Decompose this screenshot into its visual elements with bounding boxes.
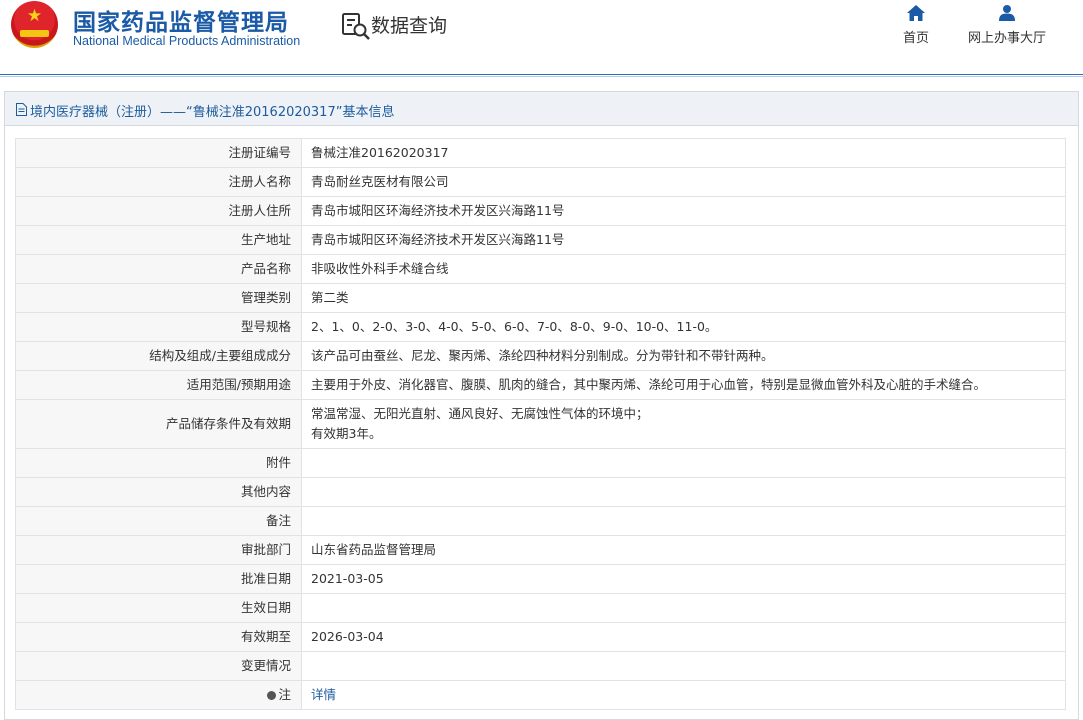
row-value [301,477,1066,507]
row-label: 注册人名称 [15,167,302,197]
row-value: 2、1、0、2-0、3-0、4-0、5-0、6-0、7-0、8-0、9-0、10… [301,312,1066,342]
panel-title: 境内医疗器械（注册）——“鲁械注准20162020317”基本信息 [30,105,395,120]
table-row: 变更情况 [15,651,1066,681]
table-row: 注册人名称 青岛耐丝克医材有限公司 [15,167,1066,197]
row-value-line: 常温常湿、无阳光直射、通风良好、无腐蚀性气体的环境中； [311,406,649,421]
row-label: 审批部门 [15,535,302,565]
row-label: 有效期至 [15,622,302,652]
note-label-cell: 注 [15,680,302,710]
site-header: ★ 国家药品监督管理局 National Medical Products Ad… [0,0,1083,77]
row-label: 附件 [15,448,302,478]
row-value: 鲁械注准20162020317 [301,138,1066,168]
home-icon [907,5,925,21]
row-value: 第二类 [301,283,1066,313]
row-value: 该产品可由蚕丝、尼龙、聚丙烯、涤纶四种材料分别制成。分为带针和不带针两种。 [301,341,1066,371]
row-value: 非吸收性外科手术缝合线 [301,254,1066,284]
bulb-icon [267,691,277,700]
row-value: 青岛市城阳区环海经济技术开发区兴海路11号 [301,225,1066,255]
nav-home[interactable]: 首页 [898,4,934,46]
panel-header: 境内医疗器械（注册）——“鲁械注准20162020317”基本信息 [5,92,1078,126]
table-row: 附件 [15,448,1066,478]
row-label: 管理类别 [15,283,302,313]
table-row: 审批部门 山东省药品监督管理局 [15,535,1066,565]
header-divider-light [0,76,1083,77]
row-value [301,506,1066,536]
row-label: 结构及组成/主要组成成分 [15,341,302,371]
row-value: 常温常湿、无阳光直射、通风良好、无腐蚀性气体的环境中； 有效期3年。 [301,399,1066,449]
row-value: 青岛市城阳区环海经济技术开发区兴海路11号 [301,196,1066,226]
row-value: 2026-03-04 [301,622,1066,652]
table-row: 有效期至 2026-03-04 [15,622,1066,652]
row-value: 详情 [301,680,1066,710]
nav-online-hall[interactable]: 网上办事大厅 [965,4,1049,46]
row-label: 适用范围/预期用途 [15,370,302,400]
row-label: 生产地址 [15,225,302,255]
details-link[interactable]: 详情 [311,687,336,702]
table-row: 注 详情 [15,680,1066,710]
row-label: 批准日期 [15,564,302,594]
user-icon [999,5,1015,21]
table-row: 结构及组成/主要组成成分 该产品可由蚕丝、尼龙、聚丙烯、涤纶四种材料分别制成。分… [15,341,1066,371]
org-name-cn: 国家药品监督管理局 [73,10,289,36]
header-divider [0,74,1083,75]
table-row: 生产地址 青岛市城阳区环海经济技术开发区兴海路11号 [15,225,1066,255]
table-row: 注册人住所 青岛市城阳区环海经济技术开发区兴海路11号 [15,196,1066,226]
row-value [301,651,1066,681]
row-value-line: 有效期3年。 [311,426,382,441]
table-row: 其他内容 [15,477,1066,507]
row-label: 变更情况 [15,651,302,681]
nav-online-hall-label: 网上办事大厅 [967,31,1046,46]
nav-home-label: 首页 [902,31,929,46]
row-label: 注册证编号 [15,138,302,168]
table-row: 注册证编号 鲁械注准20162020317 [15,138,1066,168]
document-icon [16,103,27,116]
data-search-icon [342,13,370,40]
table-row: 产品名称 非吸收性外科手术缝合线 [15,254,1066,284]
row-value: 青岛耐丝克医材有限公司 [301,167,1066,197]
table-row: 生效日期 [15,593,1066,623]
table-row: 备注 [15,506,1066,536]
national-emblem-icon: ★ [11,1,58,48]
table-row: 管理类别 第二类 [15,283,1066,313]
table-row: 适用范围/预期用途 主要用于外皮、消化器官、腹膜、肌肉的缝合，其中聚丙烯、涤纶可… [15,370,1066,400]
info-table: 注册证编号 鲁械注准20162020317 注册人名称 青岛耐丝克医材有限公司 … [15,138,1066,710]
row-label: 产品储存条件及有效期 [15,399,302,449]
table-row: 批准日期 2021-03-05 [15,564,1066,594]
section-title: 数据查询 [371,15,448,37]
detail-panel: 境内医疗器械（注册）——“鲁械注准20162020317”基本信息 注册证编号 … [4,91,1079,720]
row-value [301,593,1066,623]
table-row: 型号规格 2、1、0、2-0、3-0、4-0、5-0、6-0、7-0、8-0、9… [15,312,1066,342]
row-value: 2021-03-05 [301,564,1066,594]
org-name-en: National Medical Products Administration [73,34,301,48]
row-label: 型号规格 [15,312,302,342]
row-label: 注册人住所 [15,196,302,226]
row-label: 备注 [15,506,302,536]
row-value: 山东省药品监督管理局 [301,535,1066,565]
row-value [301,448,1066,478]
row-label: 产品名称 [15,254,302,284]
row-label: 其他内容 [15,477,302,507]
table-row: 产品储存条件及有效期 常温常湿、无阳光直射、通风良好、无腐蚀性气体的环境中； 有… [15,399,1066,449]
row-label: 注 [278,687,291,702]
row-value: 主要用于外皮、消化器官、腹膜、肌肉的缝合，其中聚丙烯、涤纶可用于心血管，特别是显… [301,370,1066,400]
row-label: 生效日期 [15,593,302,623]
